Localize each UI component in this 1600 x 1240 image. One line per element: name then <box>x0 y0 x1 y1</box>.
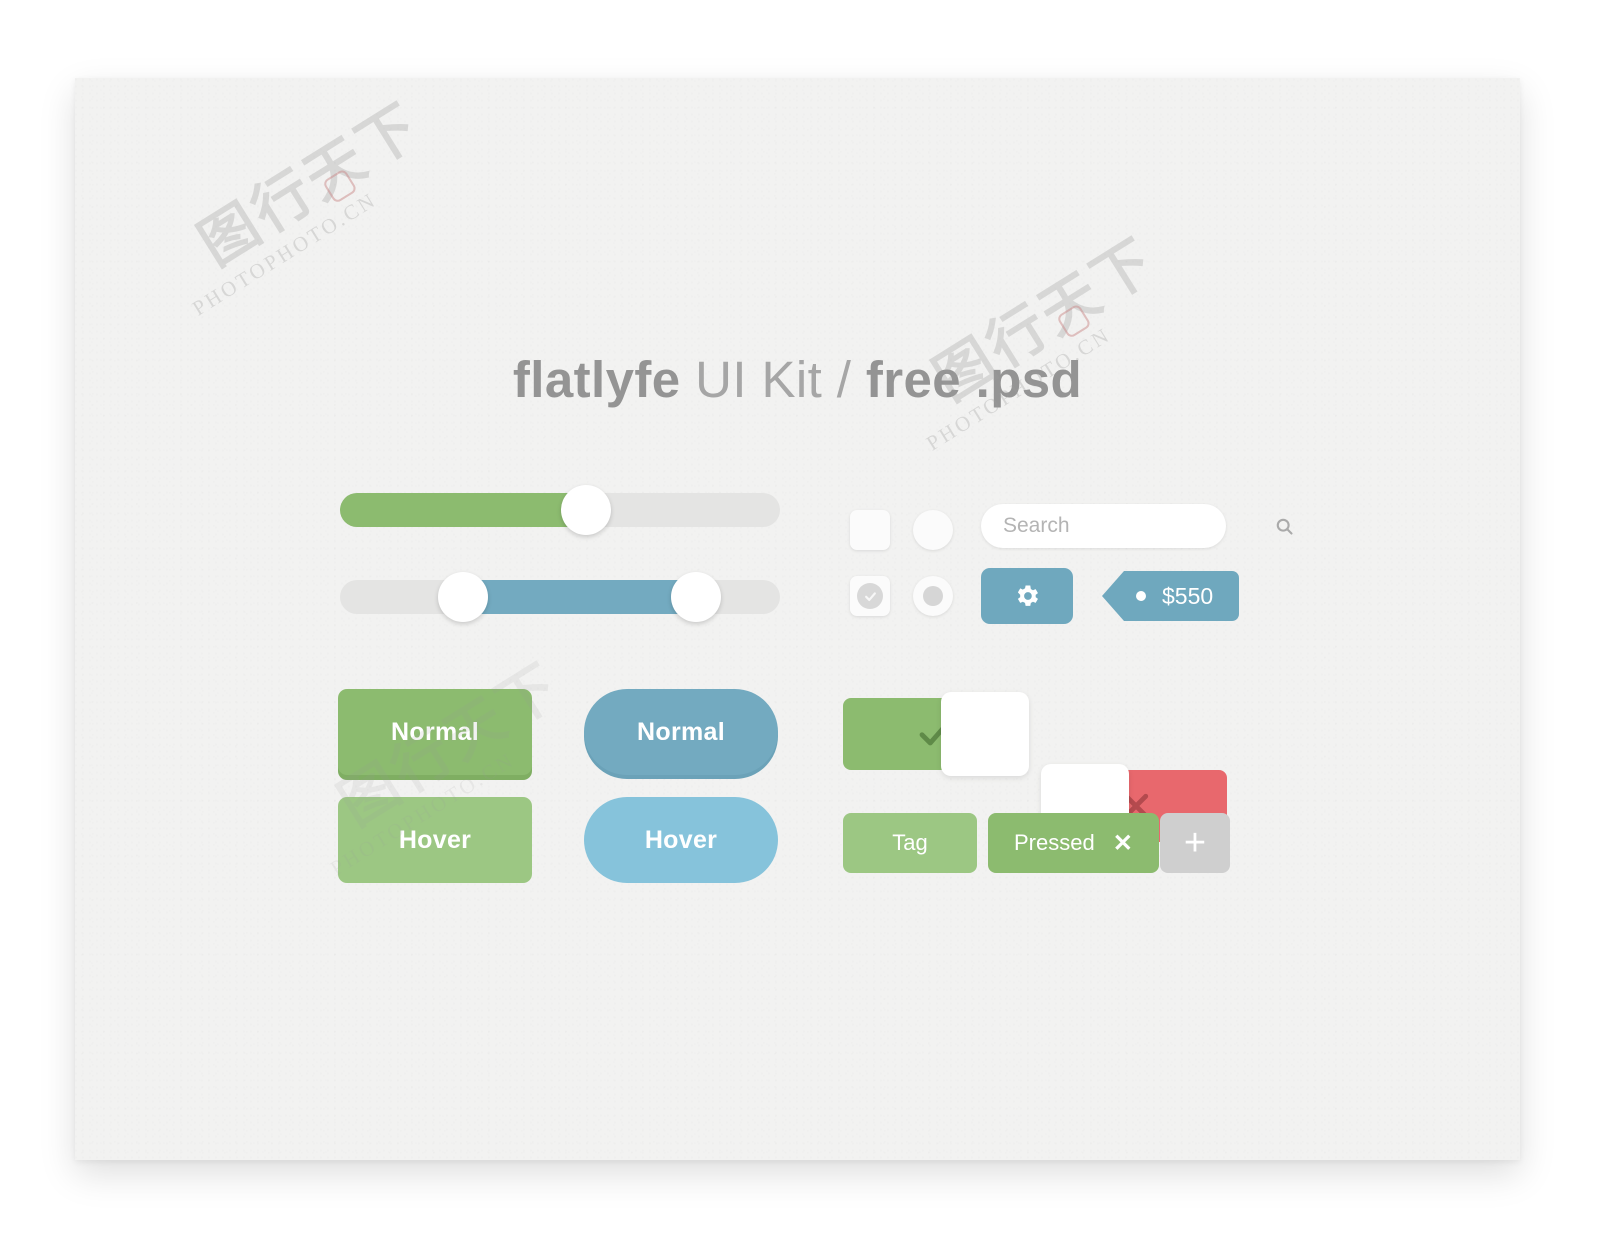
settings-button[interactable] <box>981 568 1073 624</box>
slider-fill <box>463 580 697 614</box>
radio-checked[interactable] <box>913 576 953 616</box>
title-middle: UI Kit / <box>680 351 866 408</box>
tag-add-button[interactable]: + <box>1160 813 1230 873</box>
tag-label: Tag <box>892 830 928 855</box>
button-blue-hover[interactable]: Hover <box>584 797 778 883</box>
green-slider[interactable] <box>340 485 780 535</box>
slider-fill <box>340 493 587 527</box>
price-tag[interactable]: $550 <box>1102 571 1240 621</box>
title-suffix: free .psd <box>865 351 1083 408</box>
title-brand: flatlyfe <box>512 351 681 408</box>
tag-label: Pressed <box>1014 830 1095 855</box>
checkbox-unchecked[interactable] <box>850 510 890 550</box>
close-icon[interactable]: ✕ <box>1113 829 1133 858</box>
toggle-knob[interactable] <box>941 692 1029 776</box>
search-icon[interactable] <box>1274 516 1295 537</box>
radio-unchecked[interactable] <box>913 510 953 550</box>
radio-dot-icon <box>923 586 943 606</box>
price-tag-label: $550 <box>1162 582 1214 609</box>
slider-handle[interactable] <box>561 485 612 535</box>
slider-handle-end[interactable] <box>671 572 722 622</box>
slider-handle-start[interactable] <box>438 572 489 622</box>
button-green-normal[interactable]: Normal <box>338 689 532 775</box>
blue-range-slider[interactable] <box>340 572 780 622</box>
search-input[interactable] <box>1003 514 1274 538</box>
ui-kit-card: flatlyfe UI Kit / free .psd Search $550 … <box>75 78 1520 1160</box>
gear-icon <box>1013 582 1041 610</box>
tag-normal[interactable]: Tag <box>843 813 977 873</box>
search-field[interactable] <box>981 504 1293 548</box>
toggle-switch-on[interactable] <box>843 692 1029 776</box>
tag-pressed[interactable]: Pressed ✕ <box>988 813 1159 873</box>
slider-track[interactable] <box>340 572 780 622</box>
checkbox-checked[interactable] <box>850 576 890 616</box>
slider-track[interactable] <box>340 485 780 535</box>
button-green-hover[interactable]: Hover <box>338 797 532 883</box>
page-title: flatlyfe UI Kit / free .psd <box>75 350 1520 409</box>
button-blue-normal[interactable]: Normal <box>584 689 778 775</box>
tag-hole-icon <box>1136 591 1146 601</box>
check-badge-icon <box>857 583 883 609</box>
